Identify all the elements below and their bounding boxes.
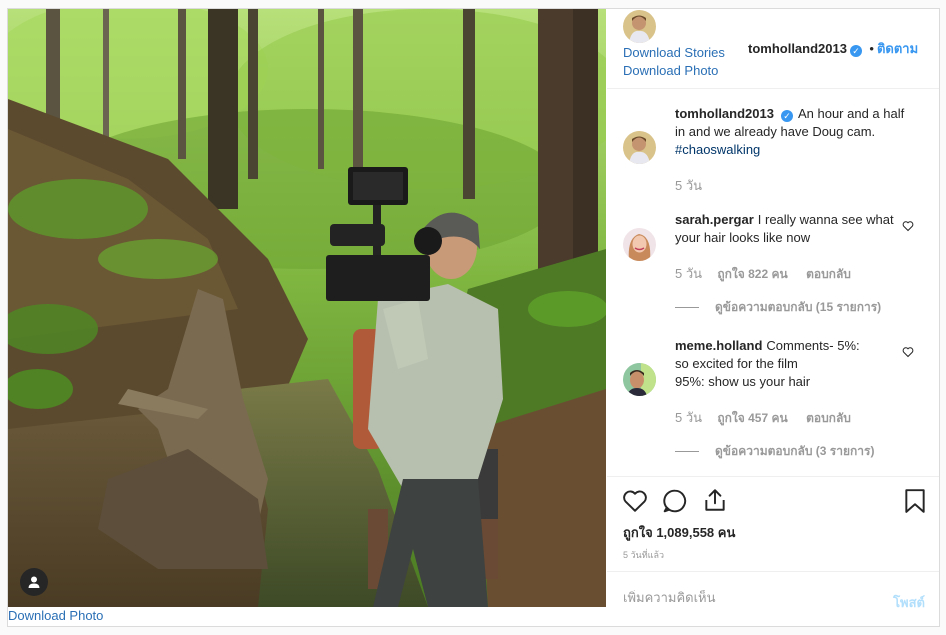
post-header: Download Stories Download Photo tomholla…: [607, 9, 939, 89]
comment-username[interactable]: meme.holland: [675, 338, 762, 353]
post-comment-button[interactable]: โพสต์: [893, 592, 925, 613]
view-replies-label: ดูข้อความตอบกลับ (3 รายการ): [715, 444, 875, 458]
comment-sarah: sarah.pergar I really wanna see what your…: [675, 211, 905, 247]
share-icon[interactable]: [702, 487, 728, 513]
comment-time[interactable]: 5 วัน: [675, 266, 702, 281]
replies-divider: [675, 307, 699, 308]
comment-avatar-meme[interactable]: [623, 363, 656, 396]
follow-button[interactable]: ติดตาม: [877, 41, 918, 56]
comment-text-line1: Comments- 5%:: [766, 338, 860, 353]
caption-time-text[interactable]: 5 วัน: [675, 178, 702, 193]
likes-count[interactable]: ถูกใจ 1,089,558 คน: [623, 522, 735, 543]
comment-text-line3: 95%: show us your hair: [675, 374, 811, 389]
like-comment-heart-icon[interactable]: [902, 220, 914, 232]
caption-username[interactable]: tomholland2013: [675, 106, 774, 121]
header-username[interactable]: tomholland2013: [748, 41, 847, 56]
user-icon: [28, 576, 40, 588]
comment-bubble-icon[interactable]: [662, 488, 688, 514]
profile-photo-icon: [623, 131, 656, 164]
post-details-panel: Download Stories Download Photo tomholla…: [607, 9, 939, 626]
verified-badge-icon: ✓: [849, 45, 862, 57]
caption-hashtag[interactable]: #chaoswalking: [675, 142, 760, 157]
post-actions: ถูกใจ 1,089,558 คน 5 วันที่แล้ว: [607, 476, 939, 576]
add-comment-section: โพสต์: [607, 571, 939, 626]
comment-likes[interactable]: ถูกใจ 822 คน: [717, 267, 787, 281]
view-replies-button[interactable]: ดูข้อความตอบกลับ (15 รายการ): [675, 298, 881, 317]
profile-photo-icon: [623, 10, 656, 43]
add-comment-input[interactable]: [623, 590, 873, 605]
header-avatar[interactable]: [623, 10, 656, 43]
comment-meme: meme.holland Comments- 5%: so excited for…: [675, 337, 905, 391]
comment-username[interactable]: sarah.pergar: [675, 212, 754, 227]
tagged-user-button[interactable]: [20, 568, 48, 596]
view-replies-label: ดูข้อความตอบกลับ (15 รายการ): [715, 300, 882, 314]
bookmark-icon[interactable]: [903, 488, 927, 514]
download-stories-link[interactable]: Download Stories: [623, 45, 725, 60]
caption-avatar[interactable]: [623, 131, 656, 164]
comment-time[interactable]: 5 วัน: [675, 410, 702, 425]
profile-photo-icon: [623, 363, 656, 396]
comment-text-line2: so excited for the film: [675, 356, 798, 371]
comment-meta: 5 วัน ถูกใจ 457 คน ตอบกลับ: [675, 407, 851, 428]
comment-avatar-sarah[interactable]: [623, 228, 656, 261]
download-photo-link-header[interactable]: Download Photo: [623, 63, 718, 78]
post-photo[interactable]: [8, 9, 606, 607]
view-replies-button[interactable]: ดูข้อความตอบกลับ (3 รายการ): [675, 442, 874, 461]
like-comment-heart-icon[interactable]: [902, 346, 914, 358]
caption-time: 5 วัน: [675, 175, 714, 196]
reply-button[interactable]: ตอบกลับ: [806, 411, 851, 425]
separator-dot: •: [869, 41, 874, 56]
header-user-row: tomholland2013 ✓ • ติดตาม: [748, 38, 918, 59]
replies-divider: [675, 451, 699, 452]
profile-photo-icon: [623, 228, 656, 261]
like-heart-icon[interactable]: [622, 488, 648, 514]
download-photo-link-bottom[interactable]: Download Photo: [8, 608, 103, 623]
reply-button[interactable]: ตอบกลับ: [806, 267, 851, 281]
verified-badge-icon: ✓: [780, 110, 793, 122]
caption: tomholland2013 ✓ An hour and a half in and…: [675, 105, 905, 159]
post-time-ago[interactable]: 5 วันที่แล้ว: [623, 548, 664, 562]
comment-likes[interactable]: ถูกใจ 457 คน: [717, 411, 787, 425]
comment-meta: 5 วัน ถูกใจ 822 คน ตอบกลับ: [675, 263, 851, 284]
forest-scene-image: [8, 9, 606, 607]
